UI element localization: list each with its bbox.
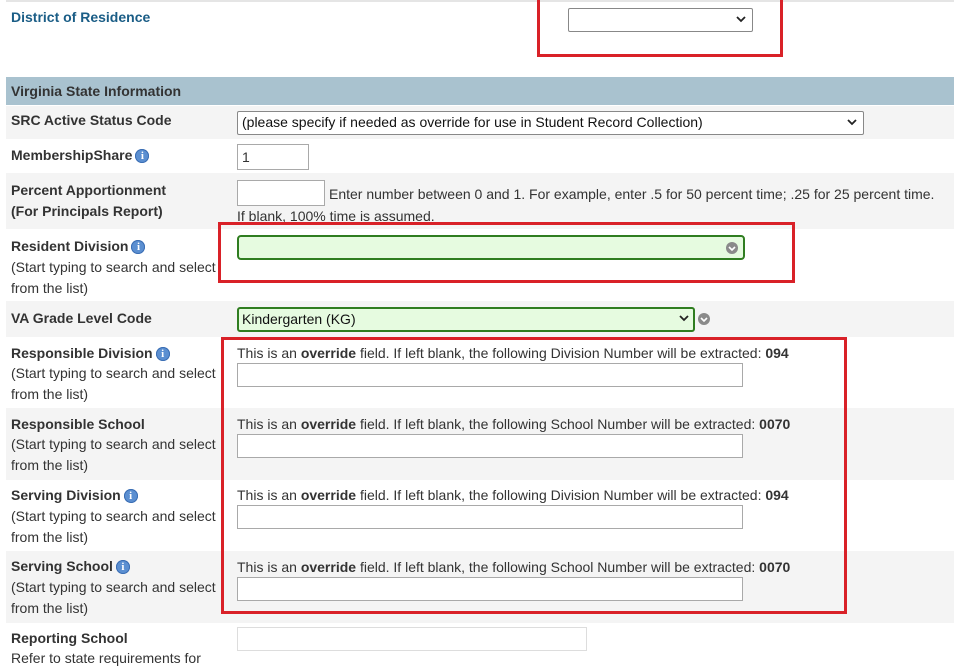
serving-school-label: Serving School i xyxy=(11,558,130,574)
percent-apportionment-sublabel: (For Principals Report) xyxy=(11,203,163,219)
chevron-down-icon xyxy=(679,315,689,322)
serving-division-label: Serving Division i xyxy=(11,487,138,503)
membership-share-label: MembershipShare i xyxy=(11,147,150,163)
responsible-school-hint-2: from the list) xyxy=(11,457,89,473)
responsible-division-label: Responsible Division i xyxy=(11,345,170,361)
district-of-residence-label: District of Residence xyxy=(11,9,151,25)
src-active-status-select[interactable]: (please specify if needed as override fo… xyxy=(237,111,864,135)
src-active-status-label: SRC Active Status Code xyxy=(11,112,172,128)
info-icon[interactable]: i xyxy=(155,347,170,361)
membership-share-row: MembershipShare i xyxy=(6,139,954,173)
section-header-title: Virginia State Information xyxy=(11,83,182,99)
serving-division-hint: (Start typing to search and select xyxy=(11,508,216,524)
serving-division-hint-2: from the list) xyxy=(11,529,89,545)
reporting-school-input[interactable] xyxy=(237,627,587,651)
serving-school-hint-2: from the list) xyxy=(11,600,89,616)
highlight-box-resident-division xyxy=(218,222,795,283)
info-icon[interactable]: i xyxy=(115,560,130,574)
va-grade-level-select[interactable]: Kindergarten (KG) xyxy=(237,307,695,332)
reporting-school-label: Reporting School xyxy=(11,630,128,646)
percent-apportionment-input[interactable] xyxy=(237,180,325,206)
info-icon[interactable]: i xyxy=(135,149,150,163)
resident-division-hint: (Start typing to search and select xyxy=(11,259,216,275)
check-circle-icon xyxy=(698,313,710,325)
info-icon[interactable]: i xyxy=(123,489,138,503)
district-of-residence-row: District of Residence xyxy=(6,0,954,76)
responsible-school-hint: (Start typing to search and select xyxy=(11,436,216,452)
section-header: Virginia State Information xyxy=(6,77,954,105)
percent-apportionment-label: Percent Apportionment xyxy=(11,182,167,198)
reporting-school-hint: Refer to state requirements for xyxy=(11,650,201,666)
membership-share-input[interactable]: 1 xyxy=(237,144,309,170)
responsible-division-hint-2: from the list) xyxy=(11,386,89,402)
resident-division-hint-2: from the list) xyxy=(11,280,89,296)
info-icon[interactable]: i xyxy=(131,240,146,254)
chevron-down-icon xyxy=(847,119,857,126)
resident-division-label: Resident Division i xyxy=(11,238,146,254)
va-grade-level-label: VA Grade Level Code xyxy=(11,310,152,326)
percent-apportionment-help: Enter number between 0 and 1. For exampl… xyxy=(329,186,935,202)
serving-school-hint: (Start typing to search and select xyxy=(11,579,216,595)
highlight-box-district xyxy=(537,0,783,57)
responsible-school-label: Responsible School xyxy=(11,416,145,432)
responsible-division-hint: (Start typing to search and select xyxy=(11,365,216,381)
highlight-box-overrides xyxy=(221,337,847,614)
